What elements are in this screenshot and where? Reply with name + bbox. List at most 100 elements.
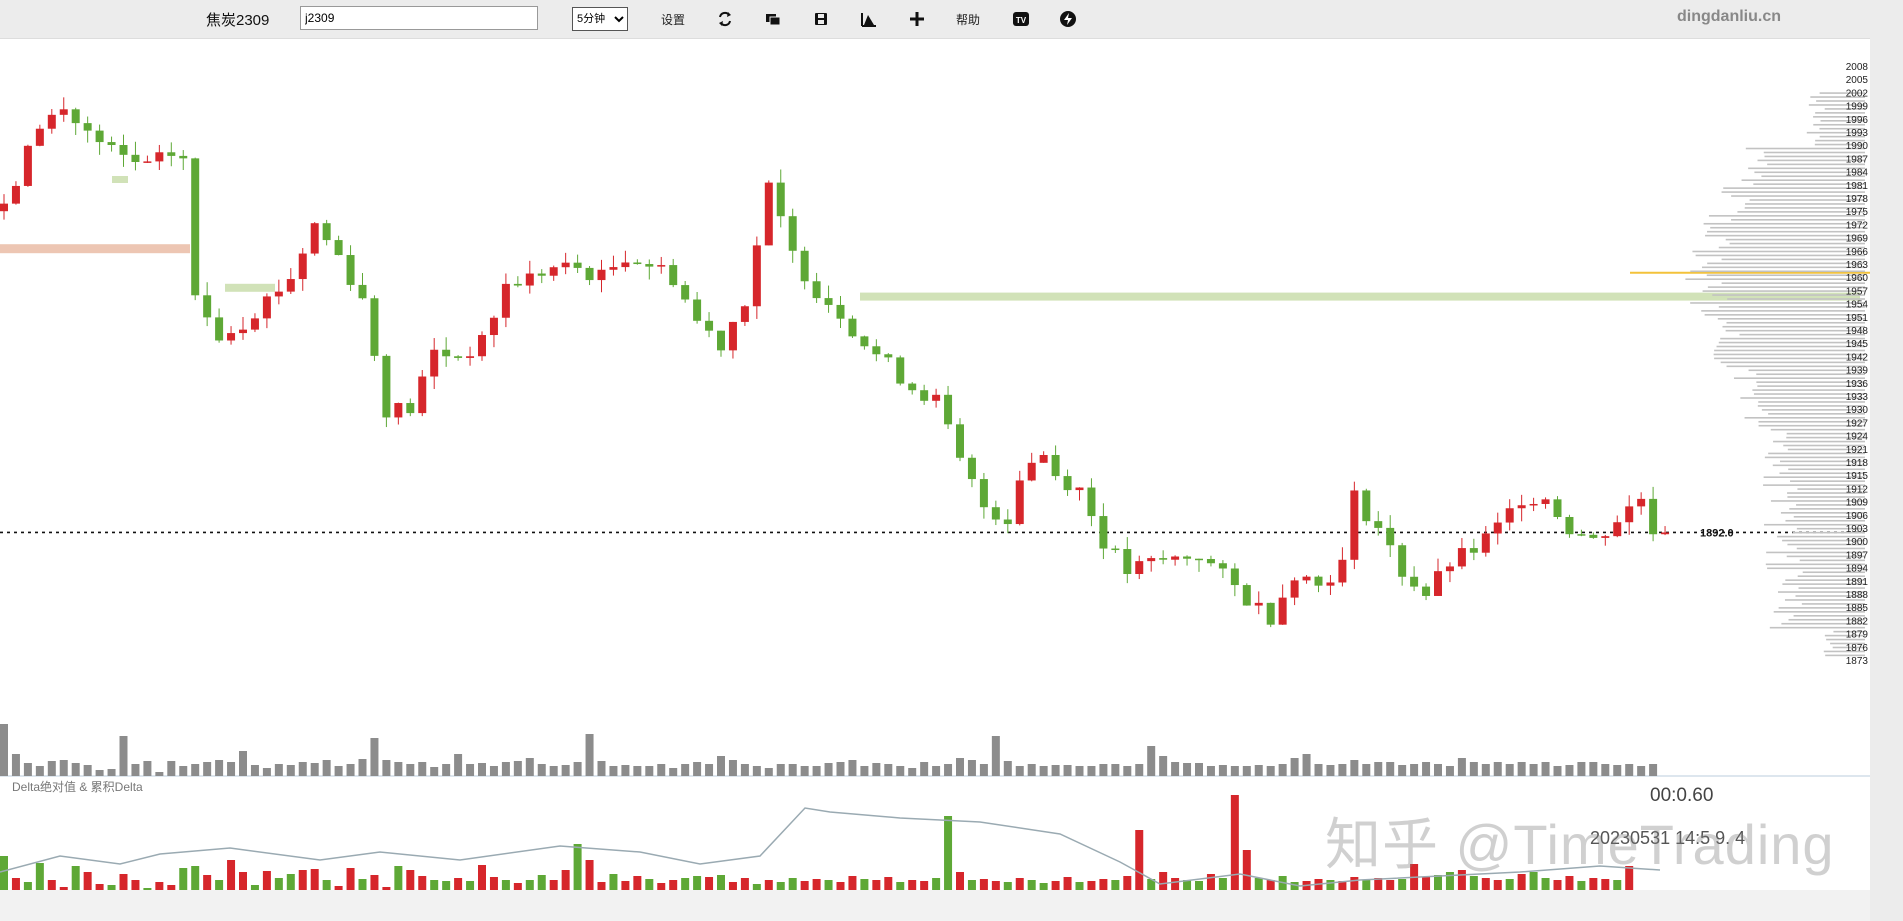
price-tick-label: 1879 [1846,630,1869,641]
delta-bar [525,880,534,890]
volume-bar [669,768,678,776]
right-edge [1870,0,1903,921]
volume-bar [1230,766,1239,776]
volume-bar [35,766,44,776]
volume-profile [1685,92,1865,657]
volume-bar [334,766,343,776]
small-zone-band [225,283,275,292]
candle-body [1278,597,1287,625]
candle-body [776,182,785,217]
volume-bar [358,759,367,776]
candle-body [657,265,666,267]
profile-bar [1705,234,1865,237]
volume-bar [1398,765,1407,776]
candle-body [227,333,236,341]
profile-bar [1712,294,1865,296]
candle-body [717,330,725,351]
profile-bar [1701,310,1865,312]
delta-bar [346,868,355,890]
delta-bar [884,877,893,890]
price-tick-label: 1948 [1846,326,1869,337]
delta-bar [513,883,522,890]
volume-bar [1075,766,1084,776]
volume-bar [1314,764,1323,776]
price-tick-label: 1975 [1846,207,1869,218]
candle-body [0,203,8,212]
delta-bar [478,865,486,890]
price-tick-label: 1990 [1846,141,1869,152]
candle-body [83,123,92,131]
candle-series [0,97,1670,628]
candle-body [430,349,439,377]
volume-bar [764,768,773,776]
volume-bar [621,765,630,776]
delta-bar [334,886,343,890]
delta-bar [250,885,259,890]
volume-bar [788,764,797,776]
volume-bar [478,763,486,776]
candle-body [1410,576,1419,587]
delta-bar [645,879,654,890]
profile-bar [1702,290,1865,292]
candle-body [525,273,534,286]
candle-body [418,376,427,414]
delta-bar [932,878,941,890]
volume-bar [47,761,56,776]
delta-bar [394,866,403,890]
delta-bar [11,878,20,890]
price-tick-label: 1900 [1846,537,1869,548]
delta-bar [501,880,510,890]
candlestick-chart[interactable]: 1892.0 1873 1876 1879 1882 1885 1888 1891 1894 1… [0,0,1870,890]
candle-body [155,152,164,162]
volume-bar [155,772,164,776]
candle-body [466,356,475,358]
candle-body [191,158,200,296]
volume-bar [1135,764,1144,776]
candle-body [752,245,761,307]
bottom-strip [0,890,1870,921]
delta-bar [1195,881,1203,890]
delta-bar [59,887,68,890]
profile-bar [1721,282,1865,284]
price-tick-label: 1957 [1846,286,1869,297]
volume-bar [1027,764,1036,776]
candle-body [1601,536,1610,538]
volume-bar [1481,764,1490,776]
volume-bar [382,760,391,776]
volume-bar [203,762,212,776]
price-tick-label: 1939 [1846,366,1869,377]
delta-bar [119,874,128,890]
volume-bar [693,762,702,776]
price-tick-label: 1966 [1846,247,1869,258]
delta-bar [227,860,236,890]
volume-bar [286,765,295,776]
delta-bar [573,844,582,890]
delta-bar [454,878,463,890]
volume-bar [1195,763,1203,776]
delta-bar [836,882,845,890]
volume-bar [274,764,283,776]
delta-bar [1003,882,1012,890]
price-tick-label: 1987 [1846,154,1869,165]
delta-bar [95,884,104,890]
candle-body [11,185,20,204]
price-tick-label: 1993 [1846,128,1869,139]
delta-bar [1063,877,1072,890]
volume-bar [537,764,546,776]
volume-bar [1015,766,1024,776]
candle-body [991,507,1000,520]
volume-bar [1422,762,1431,776]
volume-bar [71,763,80,776]
price-tick-label: 1996 [1846,115,1869,126]
delta-bar [107,885,116,890]
delta-bar [705,877,714,890]
candle-body [1063,476,1072,491]
volume-bar [1302,754,1311,776]
candle-body [1242,585,1251,606]
profile-bar [1707,286,1865,288]
delta-bar [1075,882,1084,890]
candle-body [1434,571,1442,596]
candle-body [1302,576,1311,581]
delta-bar [239,872,247,890]
delta-bar [23,882,32,890]
